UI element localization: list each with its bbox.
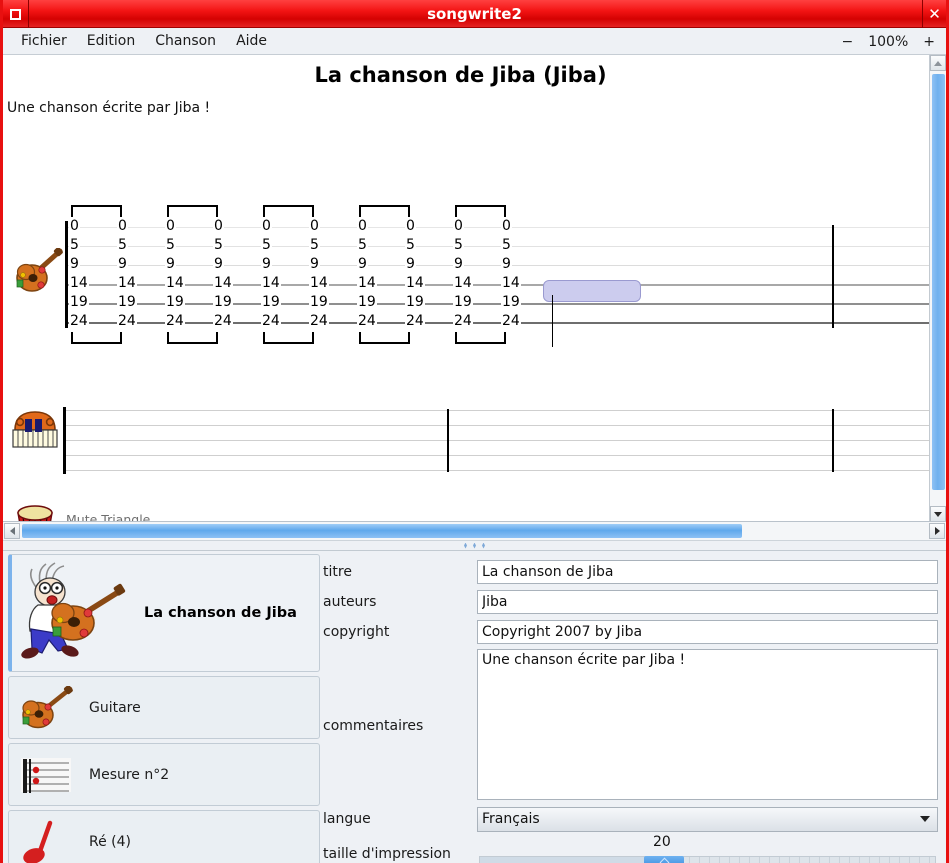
sidebar-item-label: Mesure n°2 xyxy=(89,766,170,783)
slider-fill xyxy=(480,857,653,863)
langue-selected-value: Français xyxy=(482,811,540,827)
note-cursor[interactable] xyxy=(543,280,641,302)
window-title: songwrite2 xyxy=(427,5,522,23)
zoom-out-button[interactable]: − xyxy=(839,34,857,50)
splitter-dot xyxy=(464,542,467,549)
auteurs-input[interactable] xyxy=(477,590,938,614)
quarter-note-icon xyxy=(17,818,75,863)
slider-knob[interactable] xyxy=(643,856,684,863)
splitter-dot xyxy=(473,542,476,549)
copyright-input[interactable] xyxy=(477,620,938,644)
scroll-left-arrow[interactable] xyxy=(4,523,20,539)
menu-chanson[interactable]: Chanson xyxy=(146,31,225,51)
application-window: songwrite2 ✕ Fichier Edition Chanson Aid… xyxy=(0,0,949,863)
auteurs-label: auteurs xyxy=(323,594,377,610)
chevron-down-icon xyxy=(920,816,930,822)
sidebar-item-label: Guitare xyxy=(89,699,141,716)
horizontal-scrollbar-thumb[interactable] xyxy=(22,524,742,538)
langue-dropdown[interactable]: Français xyxy=(477,806,938,832)
scroll-up-arrow[interactable] xyxy=(930,55,946,71)
commentaires-label: commentaires xyxy=(323,717,424,734)
zoom-controls: − 100% + xyxy=(839,28,939,55)
scroll-down-arrow[interactable] xyxy=(930,506,946,521)
splitter-dot xyxy=(482,542,485,549)
taille-impression-label: taille d'impression xyxy=(323,846,451,862)
song-card-title: La chanson de Jiba xyxy=(144,605,297,621)
pane-splitter[interactable] xyxy=(3,541,946,550)
commentaires-textarea[interactable] xyxy=(477,649,938,800)
sidebar-item-guitare[interactable]: Guitare xyxy=(8,676,320,739)
sidebar-item-label: Ré (4) xyxy=(89,833,131,850)
measure-repeat-icon xyxy=(17,753,75,797)
menu-fichier[interactable]: Fichier xyxy=(12,31,76,51)
sidebar-item-note[interactable]: Ré (4) xyxy=(8,810,320,863)
taille-impression-cell: 20 xyxy=(477,834,938,863)
jiba-guitarist-icon xyxy=(16,561,138,665)
scroll-right-arrow[interactable] xyxy=(929,523,945,539)
commentaires-cell xyxy=(477,647,938,804)
object-list: La chanson de Jiba Guitare Mesure n°2 Ré… xyxy=(3,551,323,863)
song-card[interactable]: La chanson de Jiba xyxy=(8,554,320,672)
menu-edition[interactable]: Edition xyxy=(78,31,144,51)
sidebar-item-mesure[interactable]: Mesure n°2 xyxy=(8,743,320,806)
song-properties-form: titre auteurs copyright commentaires lan… xyxy=(323,551,946,863)
taille-impression-slider[interactable] xyxy=(479,856,936,863)
copyright-label: copyright xyxy=(323,624,390,640)
score-area[interactable]: La chanson de Jiba (Jiba) Une chanson éc… xyxy=(3,55,946,522)
score-canvas[interactable]: La chanson de Jiba (Jiba) Une chanson éc… xyxy=(3,55,935,522)
titre-input[interactable] xyxy=(477,560,938,584)
close-icon[interactable]: ✕ xyxy=(922,0,946,28)
note-cursor-stem xyxy=(552,295,553,347)
vertical-scrollbar-thumb[interactable] xyxy=(932,74,945,490)
properties-pane: La chanson de Jiba Guitare Mesure n°2 Ré… xyxy=(3,550,946,863)
titre-label: titre xyxy=(323,564,352,580)
guitar-icon xyxy=(17,684,75,730)
menu-aide[interactable]: Aide xyxy=(227,31,276,51)
drum-staff[interactable]: Mute TriangleOpen Triangle xyxy=(3,55,935,522)
langue-label: langue xyxy=(323,811,371,827)
vertical-scrollbar[interactable] xyxy=(929,55,946,521)
zoom-level-label: 100% xyxy=(868,33,909,50)
menu-bar: Fichier Edition Chanson Aide − 100% + xyxy=(3,28,946,55)
zoom-in-button[interactable]: + xyxy=(920,34,938,50)
taille-impression-value: 20 xyxy=(653,834,671,850)
drum-instrument-label: Mute Triangle xyxy=(66,512,151,522)
title-bar: songwrite2 ✕ xyxy=(3,0,946,28)
horizontal-scrollbar[interactable] xyxy=(3,522,946,541)
